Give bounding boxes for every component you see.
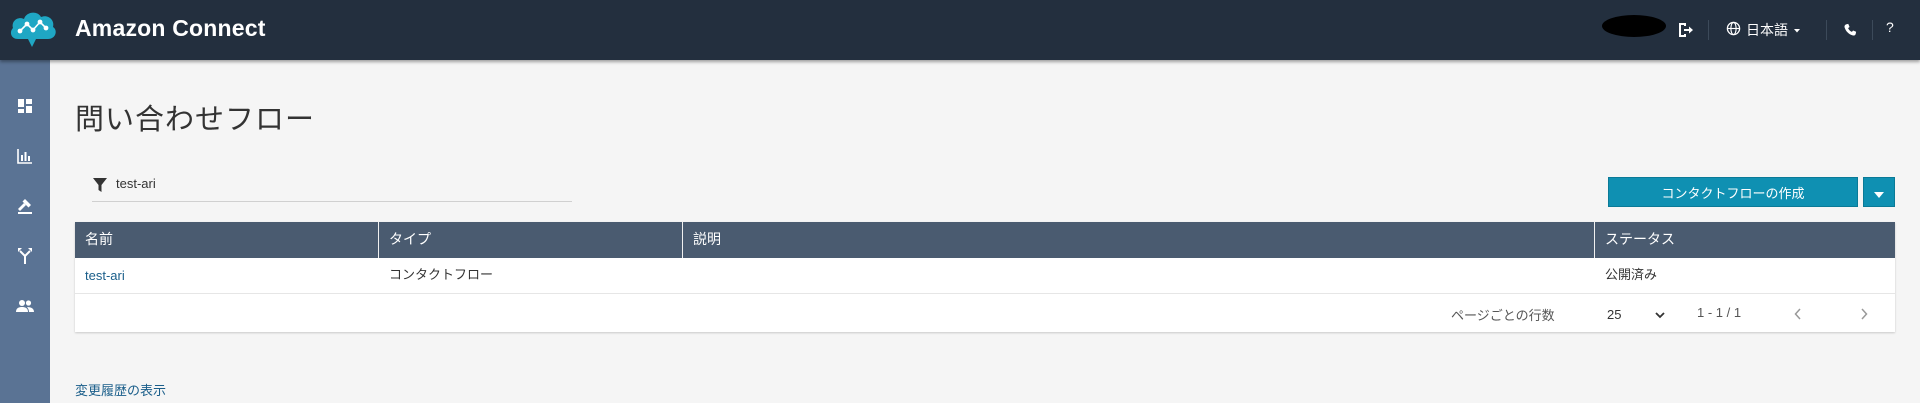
flow-name-link[interactable]: test-ari xyxy=(75,258,125,294)
divider xyxy=(1708,20,1709,40)
caret-down-icon xyxy=(1793,22,1801,38)
divider xyxy=(1872,20,1873,40)
rows-per-page-select[interactable]: 25 xyxy=(1607,303,1665,325)
page-range: 1 - 1 / 1 xyxy=(1697,305,1742,320)
flow-type: コンタクトフロー xyxy=(389,268,494,283)
language-selector[interactable]: 日本語 xyxy=(1726,18,1801,42)
chevron-down-icon xyxy=(1655,307,1665,322)
previous-page-button[interactable] xyxy=(1787,303,1809,325)
phone-icon[interactable] xyxy=(1838,18,1862,42)
language-label: 日本語 xyxy=(1746,23,1788,39)
top-navigation-bar: Amazon Connect 日本語 ? xyxy=(0,0,1920,60)
rows-per-page-value: 25 xyxy=(1607,306,1622,322)
side-navigation xyxy=(0,60,50,403)
divider xyxy=(1826,20,1827,40)
next-page-button[interactable] xyxy=(1853,303,1875,325)
column-header-name[interactable]: 名前 xyxy=(75,222,379,258)
user-avatar-redacted[interactable] xyxy=(1602,15,1666,37)
caret-down-icon xyxy=(1874,183,1884,202)
rows-per-page-label: ページごとの行数 xyxy=(1451,309,1555,324)
page-title: 問い合わせフロー xyxy=(75,102,316,136)
cloud-network-icon[interactable] xyxy=(8,7,58,53)
flow-description xyxy=(683,258,693,294)
pagination: ページごとの行数 25 1 - 1 / 1 xyxy=(75,295,1895,332)
chevron-right-icon xyxy=(1860,305,1868,324)
users-icon[interactable] xyxy=(13,294,37,318)
table-header: 名前 タイプ 説明 ステータス xyxy=(75,222,1895,258)
column-header-type[interactable]: タイプ xyxy=(379,222,683,258)
create-options-dropdown-button[interactable] xyxy=(1863,177,1895,207)
filter-bar xyxy=(92,172,572,202)
table-row: test-ari コンタクトフロー 公開済み xyxy=(75,258,1895,294)
routing-icon[interactable] xyxy=(13,194,37,218)
app-title: Amazon Connect xyxy=(75,15,266,41)
column-header-status[interactable]: ステータス xyxy=(1595,222,1895,258)
column-header-description[interactable]: 説明 xyxy=(683,222,1595,258)
filter-icon xyxy=(92,177,108,197)
filter-input[interactable] xyxy=(116,176,516,191)
logout-icon[interactable] xyxy=(1673,18,1697,42)
help-button[interactable]: ? xyxy=(1886,19,1894,35)
fork-icon[interactable] xyxy=(13,244,37,268)
create-contact-flow-button[interactable]: コンタクトフローの作成 xyxy=(1608,177,1858,207)
dashboard-icon[interactable] xyxy=(13,94,37,118)
view-change-history-link[interactable]: 変更履歴の表示 xyxy=(75,380,166,399)
bar-chart-icon[interactable] xyxy=(13,144,37,168)
flow-status: 公開済み xyxy=(1605,268,1658,283)
chevron-left-icon xyxy=(1794,305,1802,324)
globe-icon xyxy=(1726,21,1741,40)
contact-flow-table: 名前 タイプ 説明 ステータス test-ari コンタクトフロー 公開済み ペ… xyxy=(75,222,1895,332)
